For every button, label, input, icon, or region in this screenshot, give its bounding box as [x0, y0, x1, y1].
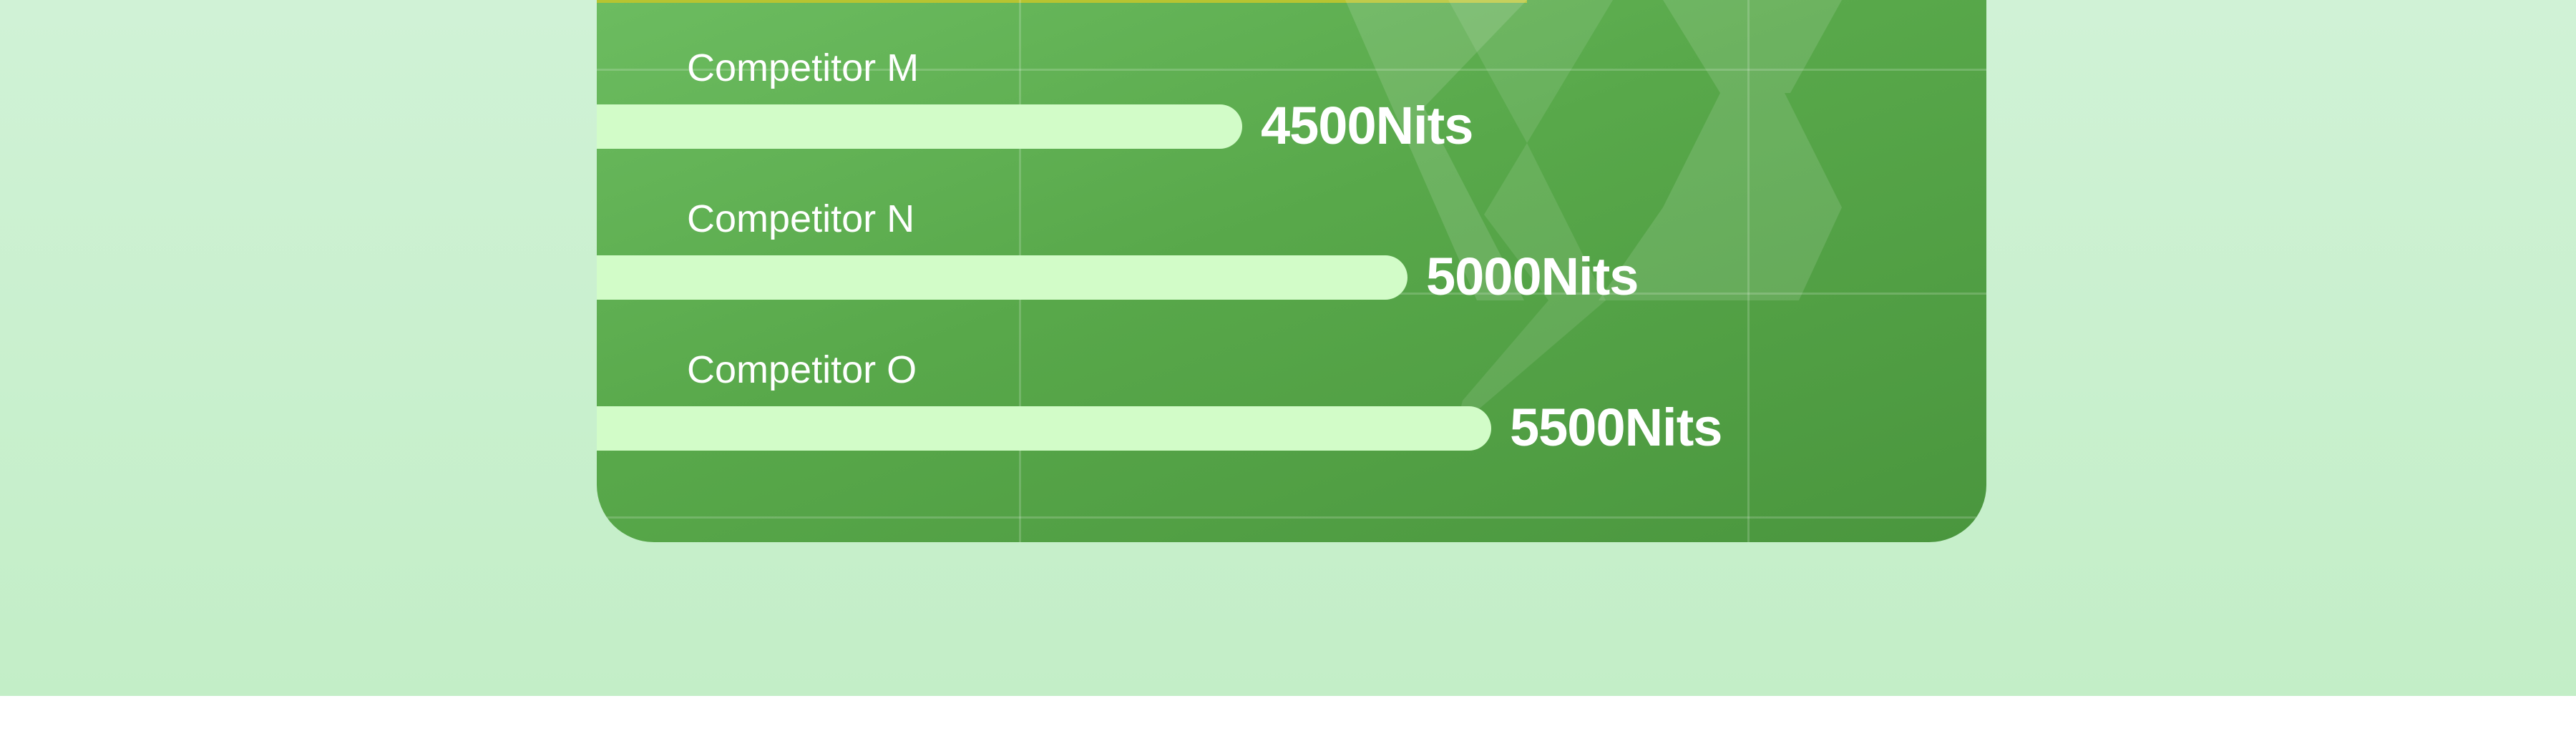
bar-value-label: 4500Nits: [1261, 96, 1473, 155]
bar: [597, 255, 1407, 300]
bar-category-label: Competitor N: [687, 197, 915, 240]
chart-card: Competitor M 4500Nits Competitor N 5000Nits…: [597, 0, 1986, 542]
bar-value-label: 5500Nits: [1510, 398, 1722, 457]
bar: [597, 104, 1242, 149]
bar-value-label: 5000Nits: [1426, 247, 1639, 306]
bar-category-label: Competitor O: [687, 348, 917, 391]
bar: [597, 406, 1491, 451]
bar-category-label: Competitor M: [687, 46, 919, 89]
